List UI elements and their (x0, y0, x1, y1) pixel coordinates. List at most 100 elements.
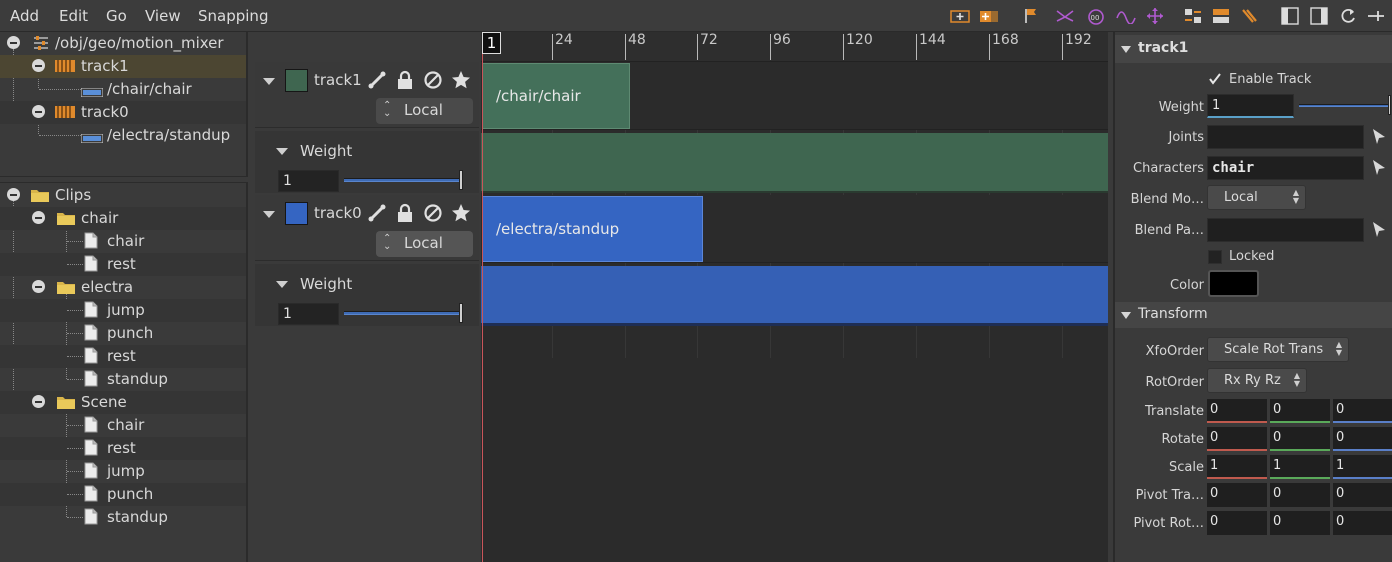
weight-slider-handle[interactable] (459, 170, 463, 190)
loop-icon[interactable]: 00 (1086, 6, 1106, 26)
file-item[interactable]: punch (0, 322, 246, 345)
scale-y-input[interactable]: 1 (1270, 455, 1330, 479)
expand-triangle-icon[interactable] (263, 78, 275, 85)
clip-standup[interactable]: /electra/standup (482, 196, 703, 262)
rotate-z-input[interactable]: 0 (1333, 427, 1392, 451)
folder-electra[interactable]: electra (0, 276, 246, 299)
pivot-translate-x-input[interactable]: 0 (1207, 483, 1267, 507)
rotate-y-input[interactable]: 0 (1270, 427, 1330, 451)
rotate-x-input[interactable]: 0 (1207, 427, 1267, 451)
tree-item-track0[interactable]: track0 (0, 101, 246, 124)
track1-weight-curve[interactable] (481, 133, 1108, 193)
folder-scene[interactable]: Scene (0, 391, 246, 414)
weight-slider-handle[interactable] (459, 303, 463, 323)
expand-triangle-icon[interactable] (276, 148, 288, 155)
collapse-icon[interactable] (32, 59, 45, 72)
file-item[interactable]: rest (0, 345, 246, 368)
pin-icon[interactable] (1366, 6, 1386, 26)
file-item[interactable]: jump (0, 299, 246, 322)
tree-item-clip-chair[interactable]: /chair/chair (0, 78, 246, 101)
weight-param-handle[interactable] (1388, 95, 1391, 115)
track-mode-dropdown[interactable]: ⌃ ⌄ Local (376, 98, 473, 124)
file-item[interactable]: chair (0, 230, 246, 253)
timeline[interactable]: 24 48 72 96 120 144 168 192 /chair/chair… (481, 32, 1108, 562)
curve-icon[interactable] (1116, 6, 1136, 26)
cursor-picker-icon[interactable] (1372, 159, 1386, 181)
pivot-translate-z-input[interactable]: 0 (1333, 483, 1392, 507)
marker-flag-icon[interactable] (1020, 6, 1040, 26)
collapse-triangle-icon[interactable] (1121, 46, 1131, 53)
time-ruler[interactable]: 24 48 72 96 120 144 168 192 (481, 32, 1108, 62)
file-item[interactable]: rest (0, 437, 246, 460)
section-transform[interactable]: Transform (1115, 302, 1392, 328)
file-item[interactable]: punch (0, 483, 246, 506)
collapse-icon[interactable] (7, 36, 20, 49)
weight-input[interactable]: 1 (278, 170, 339, 192)
weight-param-slider[interactable] (1299, 104, 1388, 107)
add-clip-icon[interactable] (979, 6, 999, 26)
playhead[interactable] (482, 54, 483, 562)
weight-slider[interactable] (344, 311, 462, 315)
brush-icon[interactable] (1240, 6, 1260, 26)
weight-param-input[interactable]: 1 (1207, 94, 1294, 118)
translate-y-input[interactable]: 0 (1270, 399, 1330, 423)
color-swatch[interactable] (1208, 270, 1259, 297)
panel-right-icon[interactable] (1309, 6, 1329, 26)
cursor-picker-icon[interactable] (1372, 221, 1386, 243)
transform-move-icon[interactable] (1145, 6, 1165, 26)
track0-weight-curve[interactable] (481, 266, 1108, 326)
collapse-icon[interactable] (32, 105, 45, 118)
pivot-rotate-y-input[interactable]: 0 (1270, 511, 1330, 535)
file-item[interactable]: rest (0, 253, 246, 276)
refresh-icon[interactable] (1338, 6, 1358, 26)
expand-triangle-icon[interactable] (263, 211, 275, 218)
clip-chair[interactable]: /chair/chair (482, 63, 630, 129)
weight-input[interactable]: 1 (278, 303, 339, 325)
lock-icon[interactable] (394, 69, 416, 91)
section-track1[interactable]: track1 (1115, 35, 1392, 63)
collapse-triangle-icon[interactable] (1121, 312, 1131, 319)
pivot-rotate-x-input[interactable]: 0 (1207, 511, 1267, 535)
blend-path-input[interactable] (1207, 218, 1364, 242)
collapse-icon[interactable] (7, 188, 20, 201)
file-item[interactable]: chair (0, 414, 246, 437)
weight-slider[interactable] (344, 178, 462, 182)
collapse-icon[interactable] (32, 280, 45, 293)
rot-order-dropdown[interactable]: Rx Ry Rz ▲ ▼ (1207, 368, 1307, 393)
collapse-icon[interactable] (32, 395, 45, 408)
menu-view[interactable]: View (145, 7, 181, 25)
expand-triangle-icon[interactable] (276, 281, 288, 288)
file-item[interactable]: jump (0, 460, 246, 483)
scale-x-input[interactable]: 1 (1207, 455, 1267, 479)
xfo-order-dropdown[interactable]: Scale Rot Trans ▲ ▼ (1207, 337, 1349, 362)
pivot-rotate-z-input[interactable]: 0 (1333, 511, 1392, 535)
mute-icon[interactable] (422, 69, 444, 91)
blend-icon[interactable] (1055, 6, 1075, 26)
add-track-icon[interactable] (950, 6, 970, 26)
scale-z-input[interactable]: 1 (1333, 455, 1392, 479)
menu-snapping[interactable]: Snapping (198, 7, 268, 25)
clips-root-row[interactable]: Clips (0, 184, 246, 207)
blend-mode-dropdown[interactable]: Local ▲ ▼ (1207, 185, 1306, 210)
menu-add[interactable]: Add (10, 7, 39, 25)
translate-z-input[interactable]: 0 (1333, 399, 1392, 423)
tree-item-track1[interactable]: track1 (0, 55, 246, 78)
locked-checkbox[interactable] (1208, 250, 1222, 264)
star-icon[interactable] (450, 69, 472, 91)
bone-icon[interactable] (366, 202, 388, 224)
track-mode-dropdown[interactable]: ⌃ ⌄ Local (376, 231, 473, 257)
file-item[interactable]: standup (0, 368, 246, 391)
split-icon[interactable] (1183, 6, 1203, 26)
pivot-translate-y-input[interactable]: 0 (1270, 483, 1330, 507)
menu-edit[interactable]: Edit (59, 7, 88, 25)
panel-left-icon[interactable] (1280, 6, 1300, 26)
star-icon[interactable] (450, 202, 472, 224)
folder-chair[interactable]: chair (0, 207, 246, 230)
collapse-icon[interactable] (32, 211, 45, 224)
track-color-swatch[interactable] (285, 202, 308, 225)
joints-input[interactable] (1207, 125, 1364, 149)
cursor-picker-icon[interactable] (1372, 128, 1386, 150)
menu-go[interactable]: Go (106, 7, 127, 25)
track-color-swatch[interactable] (285, 69, 308, 92)
file-item[interactable]: standup (0, 506, 246, 529)
